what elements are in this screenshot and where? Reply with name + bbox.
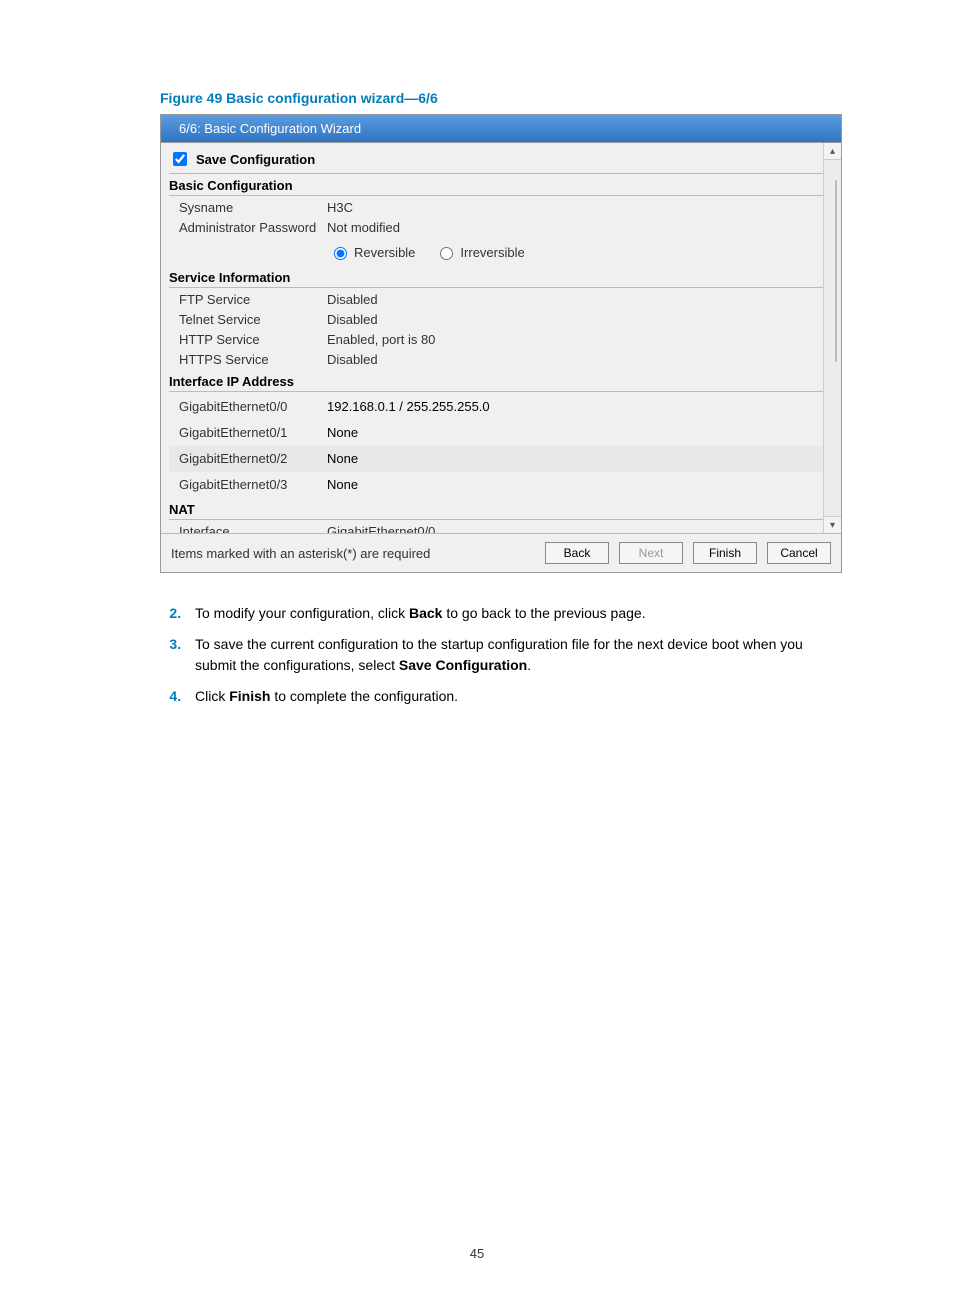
step-4-text-a: Click [195,688,229,704]
scroll-down-arrow-icon[interactable]: ▾ [824,516,841,533]
cancel-button[interactable]: Cancel [767,542,831,564]
step-3: To save the current configuration to the… [185,634,839,676]
section-basic-configuration: Basic Configuration [169,176,833,196]
row-ge01: GigabitEthernet0/1 None [169,420,833,446]
value-admin-password: Not modified [327,219,400,237]
step-3-bold: Save Configuration [399,657,527,673]
label-telnet: Telnet Service [179,311,327,329]
next-button: Next [619,542,683,564]
row-ge03: GigabitEthernet0/3 None [169,472,833,498]
row-ftp-service: FTP Service Disabled [169,290,833,310]
value-ge03: None [327,475,358,495]
back-button[interactable]: Back [545,542,609,564]
label-nat-interface: Interface [179,523,327,533]
vertical-scrollbar[interactable]: ▴ ▾ [823,143,841,533]
label-admin-password: Administrator Password [179,219,327,237]
section-service-information: Service Information [169,268,833,288]
row-sysname: Sysname H3C [169,198,833,218]
step-2-text-a: To modify your configuration, click [195,605,409,621]
row-https-service: HTTPS Service Disabled [169,350,833,370]
row-http-service: HTTP Service Enabled, port is 80 [169,330,833,350]
step-2-text-c: to go back to the previous page. [442,605,645,621]
value-sysname: H3C [327,199,353,217]
password-mode-radios: Reversible Irreversible [169,238,833,266]
value-nat-interface: GigabitEthernet0/0 [327,523,435,533]
section-interface-ip: Interface IP Address [169,372,833,392]
label-https: HTTPS Service [179,351,327,369]
row-nat-interface: Interface GigabitEthernet0/0 [169,522,833,533]
step-4: Click Finish to complete the configurati… [185,686,839,707]
label-ftp: FTP Service [179,291,327,309]
wizard-title-bar: 6/6: Basic Configuration Wizard [161,115,841,143]
wizard-footer: Items marked with an asterisk(*) are req… [161,533,841,572]
scroll-up-arrow-icon[interactable]: ▴ [824,143,841,160]
wizard-scroll-area: Save Configuration Basic Configuration S… [161,143,841,533]
label-ge00: GigabitEthernet0/0 [179,397,327,417]
save-configuration-label: Save Configuration [196,152,315,167]
radio-reversible-label: Reversible [354,245,415,260]
value-ge00: 192.168.0.1 / 255.255.255.0 [327,397,490,417]
step-4-bold: Finish [229,688,270,704]
value-ge02: None [327,449,358,469]
label-ge02: GigabitEthernet0/2 [179,449,327,469]
row-telnet-service: Telnet Service Disabled [169,310,833,330]
row-ge00: GigabitEthernet0/0 192.168.0.1 / 255.255… [169,394,833,420]
finish-button[interactable]: Finish [693,542,757,564]
page-number: 45 [0,1246,954,1261]
label-ge03: GigabitEthernet0/3 [179,475,327,495]
step-3-text-c: . [527,657,531,673]
value-https: Disabled [327,351,378,369]
label-sysname: Sysname [179,199,327,217]
wizard-panel: 6/6: Basic Configuration Wizard Save Con… [160,114,842,573]
radio-irreversible[interactable] [440,247,453,260]
step-2: To modify your configuration, click Back… [185,603,839,624]
save-configuration-row: Save Configuration [169,147,833,174]
section-nat: NAT [169,500,833,520]
figure-title: Figure 49 Basic configuration wizard—6/6 [160,90,839,106]
row-admin-password: Administrator Password Not modified [169,218,833,238]
label-http: HTTP Service [179,331,327,349]
step-2-bold: Back [409,605,442,621]
instruction-list: To modify your configuration, click Back… [160,603,839,707]
required-note: Items marked with an asterisk(*) are req… [171,546,430,561]
label-ge01: GigabitEthernet0/1 [179,423,327,443]
value-ftp: Disabled [327,291,378,309]
value-telnet: Disabled [327,311,378,329]
step-4-text-c: to complete the configuration. [270,688,458,704]
radio-irreversible-label: Irreversible [460,245,524,260]
row-ge02: GigabitEthernet0/2 None [169,446,833,472]
radio-reversible[interactable] [334,247,347,260]
value-http: Enabled, port is 80 [327,331,435,349]
save-configuration-checkbox[interactable] [173,152,187,166]
value-ge01: None [327,423,358,443]
scroll-thumb[interactable] [835,180,837,362]
